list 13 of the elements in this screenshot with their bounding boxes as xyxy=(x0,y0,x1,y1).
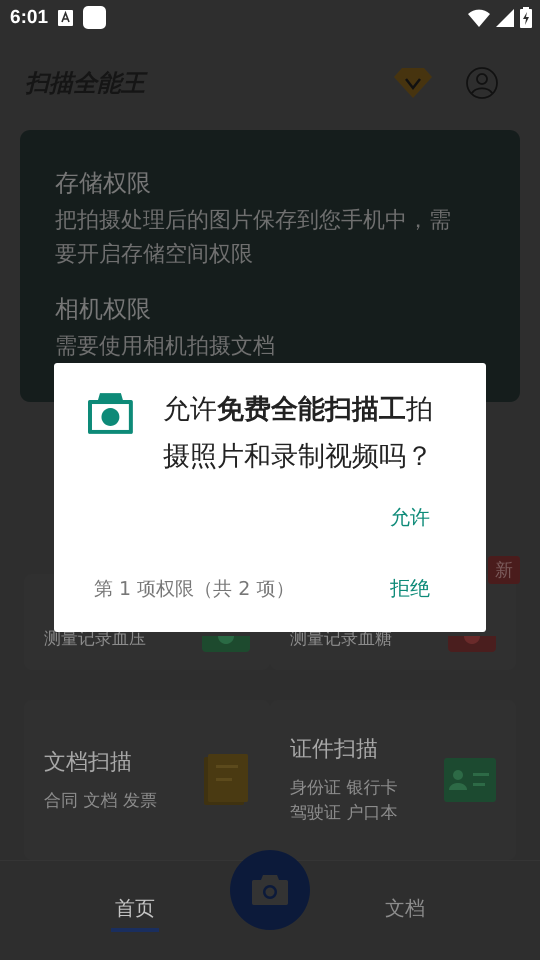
card-subtitle: 驾驶证 户口本 xyxy=(290,802,398,826)
card-title: 证件扫描 xyxy=(290,736,379,764)
card-title: 文档扫描 xyxy=(44,748,133,777)
new-badge: 新 xyxy=(488,556,520,584)
status-time: 6:01 xyxy=(10,6,48,29)
card-subtitle: 身份证 银行卡 xyxy=(290,777,398,800)
permission-description: 需要使用相机拍摄文档 xyxy=(55,333,276,362)
step-counter: 第 1 项权限（共 2 项） xyxy=(94,576,294,602)
permission-title: 相机权限 xyxy=(55,294,152,326)
permission-title: 存储权限 xyxy=(55,168,152,200)
permission-description: 把拍摄处理后的图片保存到您手机中，需要开启存储空间权限 xyxy=(55,207,452,270)
card-subtitle: 合同 文档 发票 xyxy=(44,790,157,813)
dialog-message: 允许免费全能扫描工拍摄照片和录制视频吗？ xyxy=(162,393,434,474)
